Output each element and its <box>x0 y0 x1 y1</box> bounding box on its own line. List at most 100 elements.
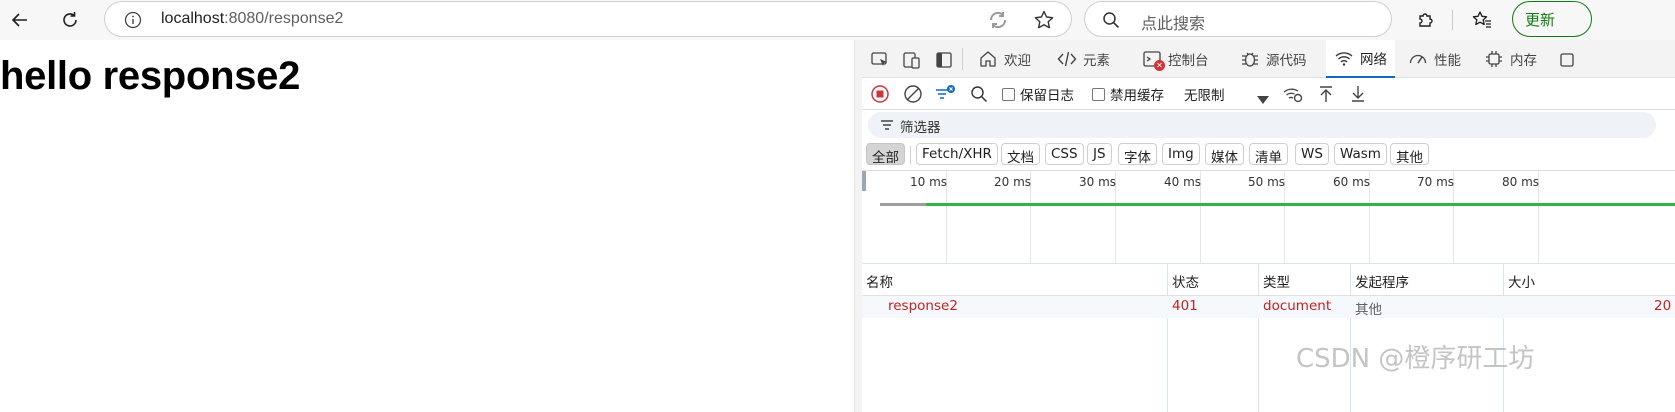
favorites-list-icon <box>1472 11 1491 28</box>
address-bar[interactable]: localhost:8080/response2 <box>104 1 1072 37</box>
chip-fetch-xhr[interactable]: Fetch/XHR <box>916 143 998 165</box>
network-toolbar: 保留日志 禁用缓存 无限制 <box>862 78 1675 110</box>
tab-label: 性能 <box>1434 53 1461 69</box>
toolbar-divider <box>1452 10 1453 30</box>
timeline-tick-label: 10 ms <box>910 175 948 189</box>
disable-cache-checkbox[interactable]: 禁用缓存 <box>1092 84 1164 104</box>
refresh-icon <box>63 12 77 27</box>
tab-label: 源代码 <box>1266 53 1307 69</box>
console-icon-wrap: ✕ <box>1142 49 1165 71</box>
clear-icon[interactable] <box>903 84 923 104</box>
chip-ws[interactable]: WS <box>1295 143 1329 165</box>
tab-elements[interactable]: 元素 <box>1057 40 1110 78</box>
translate-icon[interactable] <box>987 9 1009 31</box>
devtools-tab-bar: 欢迎 元素 ✕ 控制台 源代码 网络 性能 内存 <box>862 40 1675 78</box>
network-conditions-icon[interactable] <box>1282 84 1304 104</box>
request-initiator: 其他 <box>1355 302 1382 318</box>
refresh-button[interactable] <box>54 4 86 36</box>
home-icon <box>980 51 996 67</box>
back-arrow-icon <box>11 13 27 27</box>
chip-media[interactable]: 媒体 <box>1205 143 1244 166</box>
record-stop-icon[interactable] <box>870 84 890 104</box>
filter-clear-icon[interactable] <box>934 84 956 104</box>
site-info-icon[interactable] <box>123 10 143 30</box>
chevron-down-icon[interactable] <box>1256 90 1270 110</box>
search-placeholder: 点此搜索 <box>1141 14 1206 33</box>
import-har-icon[interactable] <box>1316 84 1336 104</box>
column-divider[interactable] <box>1258 264 1259 412</box>
tab-network[interactable]: 网络 <box>1326 40 1395 78</box>
timeline-tick-label: 50 ms <box>1248 175 1286 189</box>
search-box[interactable]: 点此搜索 <box>1084 1 1392 37</box>
back-button[interactable] <box>4 4 36 36</box>
devtools-panel: 欢迎 元素 ✕ 控制台 源代码 网络 性能 内存 保留日志 禁用缓存 无限制 筛… <box>862 40 1675 412</box>
search-icon[interactable] <box>969 84 989 104</box>
col-initiator[interactable]: 发起程序 <box>1355 271 1409 291</box>
request-name[interactable]: response2 <box>888 298 958 314</box>
watermark: CSDN @橙序研工坊 <box>1296 344 1535 374</box>
bug-icon <box>1242 52 1258 67</box>
page-heading: hello response2 <box>0 54 301 98</box>
gauge-icon <box>1409 54 1427 64</box>
browser-toolbar: localhost:8080/response2 点此搜索 更新 <box>0 0 1675 40</box>
export-har-icon[interactable] <box>1348 84 1368 104</box>
chip-document[interactable]: 文档 <box>1001 143 1040 166</box>
chip-img[interactable]: Img <box>1162 143 1200 165</box>
chip-icon <box>1486 51 1502 67</box>
request-type: document <box>1263 298 1332 314</box>
col-type[interactable]: 类型 <box>1263 271 1290 291</box>
chip-other[interactable]: 其他 <box>1390 143 1429 166</box>
code-icon <box>1057 51 1077 67</box>
url-text[interactable]: localhost:8080/response2 <box>161 10 343 28</box>
checkbox-box[interactable] <box>1092 87 1105 101</box>
tab-welcome[interactable]: 欢迎 <box>978 40 1031 78</box>
chip-css[interactable]: CSS <box>1045 143 1084 165</box>
tab-console[interactable]: ✕ 控制台 <box>1142 40 1209 78</box>
timeline-tick-label: 30 ms <box>1079 175 1117 189</box>
preserve-log-label: 保留日志 <box>1020 88 1074 104</box>
chip-all[interactable]: 全部 <box>866 143 905 166</box>
url-host: localhost <box>161 10 225 27</box>
filter-icon <box>881 120 893 130</box>
chip-manifest[interactable]: 清单 <box>1249 143 1288 166</box>
inspect-element-icon[interactable] <box>870 50 890 70</box>
favorite-star-icon[interactable] <box>1033 9 1055 31</box>
more-tools-icon[interactable] <box>1558 50 1578 70</box>
column-divider[interactable] <box>1167 264 1168 412</box>
chip-font[interactable]: 字体 <box>1118 143 1157 166</box>
network-timeline-overview[interactable]: 10 ms 20 ms 30 ms 40 ms 50 ms 60 ms 70 m… <box>862 170 1675 264</box>
timeline-handle[interactable] <box>862 171 866 191</box>
page-viewport: hello response2 <box>0 40 854 412</box>
tab-performance[interactable]: 性能 <box>1408 40 1461 78</box>
col-size[interactable]: 大小 <box>1508 271 1535 291</box>
tab-label: 内存 <box>1510 53 1537 69</box>
tab-label: 元素 <box>1083 53 1110 69</box>
device-emulation-icon[interactable] <box>902 50 922 70</box>
update-button[interactable]: 更新 <box>1512 1 1592 37</box>
table-row[interactable]: response2 401 document 其他 20 <box>862 296 1675 318</box>
chip-wasm[interactable]: Wasm <box>1334 143 1387 165</box>
favorites-button[interactable] <box>1466 4 1498 36</box>
chip-js[interactable]: JS <box>1087 143 1112 165</box>
col-status[interactable]: 状态 <box>1172 271 1199 291</box>
tab-divider <box>962 48 963 70</box>
timeline-waiting-bar <box>880 203 926 206</box>
tab-label: 网络 <box>1360 52 1387 68</box>
filter-input[interactable]: 筛选器 <box>868 112 1656 138</box>
throttling-select[interactable]: 无限制 <box>1184 84 1225 104</box>
disable-cache-label: 禁用缓存 <box>1110 88 1164 104</box>
url-path: :8080/response2 <box>224 10 344 27</box>
timeline-tick-label: 20 ms <box>994 175 1032 189</box>
tab-label: 欢迎 <box>1004 53 1031 69</box>
extensions-button[interactable] <box>1410 4 1442 36</box>
devtools-splitter[interactable] <box>854 40 862 412</box>
tab-memory[interactable]: 内存 <box>1484 40 1537 78</box>
checkbox-box[interactable] <box>1002 87 1015 101</box>
timeline-tick-label: 40 ms <box>1164 175 1202 189</box>
tab-sources[interactable]: 源代码 <box>1240 40 1307 78</box>
preserve-log-checkbox[interactable]: 保留日志 <box>1002 84 1074 104</box>
col-name[interactable]: 名称 <box>866 271 893 291</box>
search-icon <box>1103 12 1120 29</box>
dock-side-icon[interactable] <box>934 50 954 70</box>
timeline-download-bar <box>926 203 1675 206</box>
